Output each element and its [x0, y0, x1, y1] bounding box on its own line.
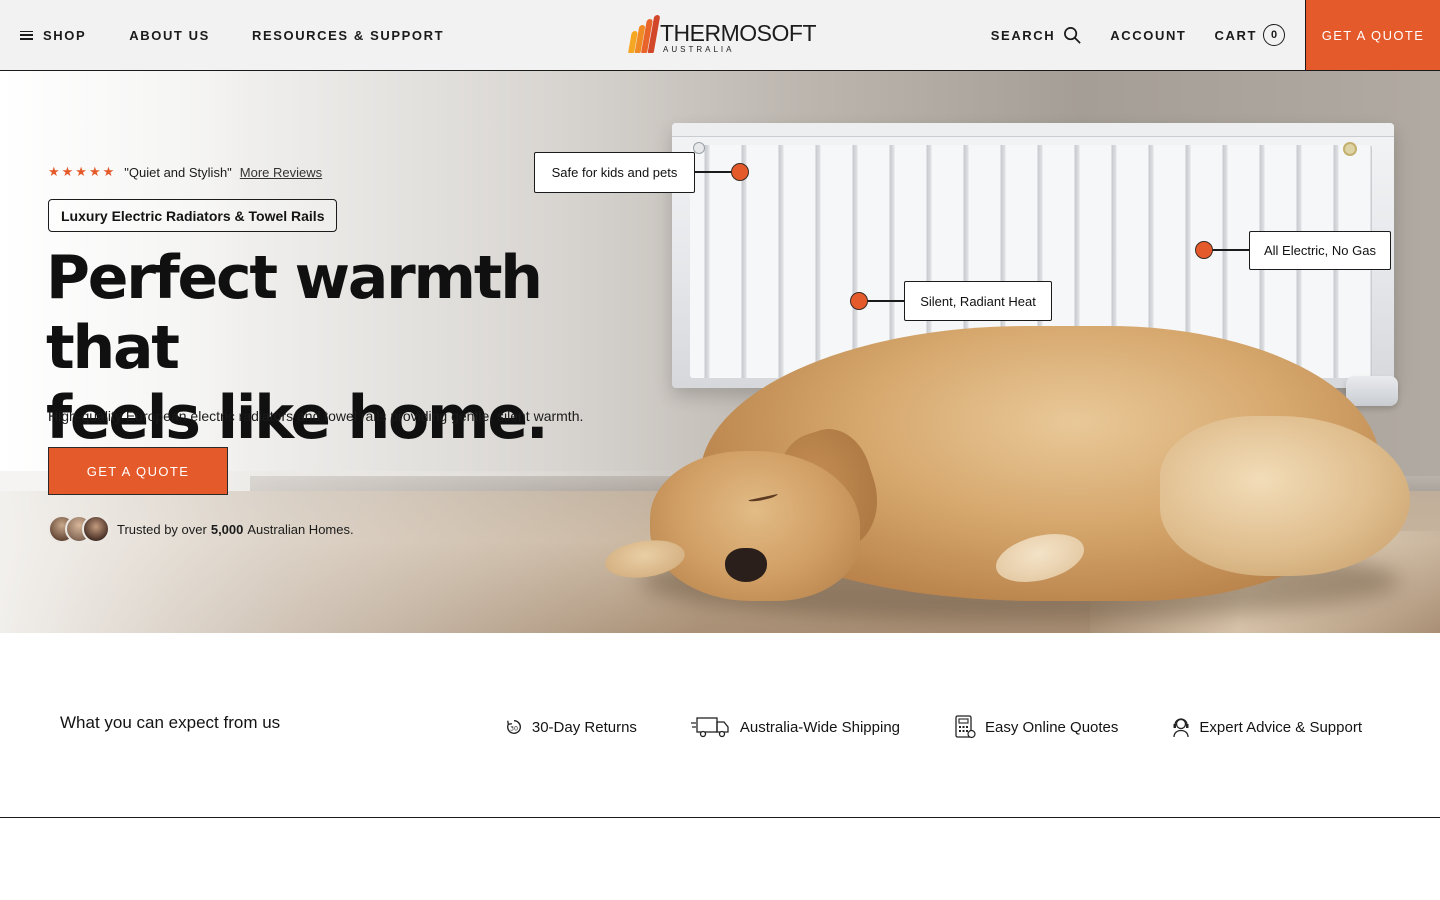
account-link[interactable]: ACCOUNT [1110, 28, 1186, 43]
resources-support-link[interactable]: RESOURCES & SUPPORT [252, 28, 444, 43]
more-reviews-link[interactable]: More Reviews [240, 165, 322, 180]
callout-safe-kids-pets: Safe for kids and pets [534, 152, 695, 193]
callout-silent-heat: Silent, Radiant Heat [904, 281, 1052, 321]
shop-label: SHOP [43, 27, 87, 43]
search-icon [1064, 26, 1081, 44]
callout-line [866, 300, 904, 302]
calculator-icon [955, 715, 976, 739]
support-icon [1173, 718, 1190, 738]
callout-all-electric: All Electric, No Gas [1249, 231, 1391, 270]
trust-suffix: Australian Homes. [247, 521, 354, 537]
customer-avatars [48, 515, 110, 543]
radiator-bleed-valve-icon [1343, 142, 1357, 156]
hero-subtitle: High-quality European electric radiators… [48, 408, 584, 424]
feature-label: Easy Online Quotes [985, 718, 1119, 736]
logo-mark-icon [628, 15, 661, 53]
cart-count-badge: 0 [1263, 24, 1285, 46]
hero-get-quote-button[interactable]: GET A QUOTE [48, 447, 228, 495]
search-label: SEARCH [990, 27, 1056, 43]
hotspot-safe-dot[interactable] [731, 163, 749, 181]
truck-icon [690, 717, 729, 738]
trust-count: 5,000 [210, 521, 244, 537]
primary-nav: SHOP ABOUT US RESOURCES & SUPPORT [20, 0, 444, 70]
headline-line-1: Perfect warmth that [46, 243, 543, 383]
cart-button[interactable]: CART 0 [1214, 24, 1285, 46]
dog-nose [725, 548, 767, 582]
header-get-quote-button[interactable]: GET A QUOTE [1305, 0, 1440, 70]
returns-icon: 30 [506, 720, 521, 734]
callout-line [695, 171, 733, 173]
feature-quotes: Easy Online Quotes [954, 715, 1118, 739]
feature-label: Expert Advice & Support [1199, 718, 1362, 736]
site-header: SHOP ABOUT US RESOURCES & SUPPORT THERMO… [0, 0, 1440, 71]
feature-support: Expert Advice & Support [1172, 716, 1362, 738]
feature-shipping: Australia-Wide Shipping [690, 716, 900, 738]
utility-nav: SEARCH ACCOUNT CART 0 [991, 0, 1285, 70]
expectations-section: What you can expect from us 30 30-Day Re… [0, 633, 1440, 818]
hero-floor-fade [0, 471, 700, 633]
logo-subtitle: AUSTRALIA [663, 45, 735, 54]
search-button[interactable]: SEARCH [991, 26, 1083, 45]
hotspot-silent-dot[interactable] [850, 292, 868, 310]
cart-label: CART [1214, 27, 1257, 43]
hero-banner: Safe for kids and pets Silent, Radiant H… [0, 71, 1440, 633]
expectations-title: What you can expect from us [60, 713, 281, 732]
feature-label: 30-Day Returns [531, 718, 637, 736]
svg-text:30: 30 [510, 726, 518, 733]
review-quote: "Quiet and Stylish" [124, 164, 232, 180]
callout-line [1212, 249, 1249, 251]
brand-logo[interactable]: THERMOSOFT AUSTRALIA [628, 15, 817, 55]
about-us-link[interactable]: ABOUT US [129, 28, 210, 43]
hero-category-tag: Luxury Electric Radiators & Towel Rails [48, 199, 338, 232]
logo-wordmark: THERMOSOFT [660, 20, 817, 46]
feature-list: 30 30-Day Returns Australia-Wide Shippin… [505, 715, 1362, 739]
feature-returns: 30 30-Day Returns [505, 718, 637, 736]
hotspot-electric-dot[interactable] [1195, 241, 1213, 259]
shop-menu-button[interactable]: SHOP [20, 28, 86, 43]
hamburger-icon [20, 30, 33, 40]
feature-label: Australia-Wide Shipping [739, 718, 900, 736]
star-rating-icon: ★★★★★ [48, 164, 117, 179]
avatar [82, 515, 110, 543]
trust-prefix: Trusted by over [117, 521, 207, 537]
trust-badge: Trusted by over 5,000 Australian Homes. [48, 515, 354, 543]
review-summary: ★★★★★ "Quiet and Stylish" More Reviews [48, 164, 322, 180]
